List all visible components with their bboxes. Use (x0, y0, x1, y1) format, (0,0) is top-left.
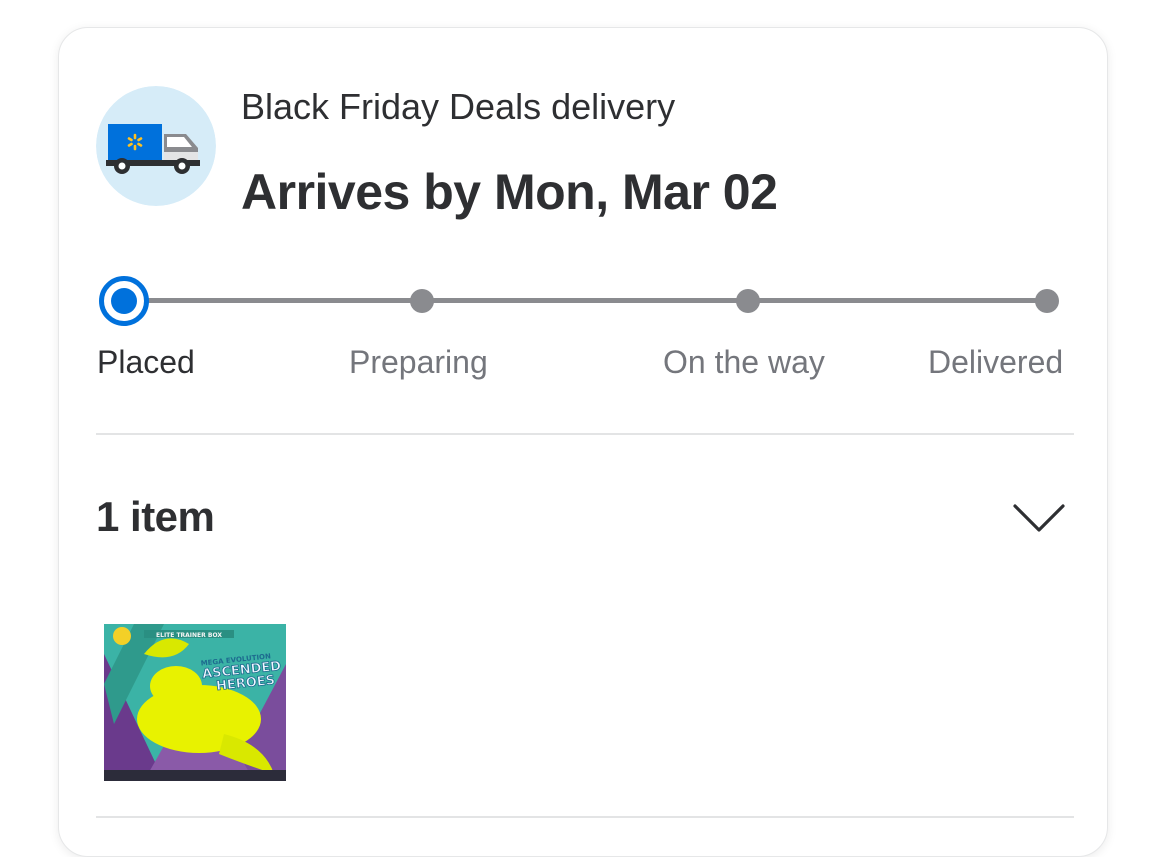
chevron-down-icon (1013, 504, 1065, 532)
progress-track-line (123, 298, 1048, 303)
section-divider (96, 433, 1074, 435)
item-count-heading: 1 item (96, 493, 215, 540)
expand-items-button[interactable] (1009, 498, 1069, 542)
bottom-divider (96, 816, 1074, 818)
step-dot-preparing (410, 289, 434, 313)
step-dot-delivered (1035, 289, 1059, 313)
product-image[interactable]: ELITE TRAINER BOX MEGA EVOLUTION ASCENDE… (104, 624, 286, 781)
order-card: Black Friday Deals delivery Arrives by M… (58, 27, 1108, 857)
product-box-title: ELITE TRAINER BOX (156, 632, 222, 639)
step-dot-placed (99, 276, 149, 326)
order-progress-tracker: Placed Preparing On the way Delivered (59, 28, 1109, 428)
step-label-placed: Placed (97, 344, 195, 380)
step-label-on-the-way: On the way (663, 344, 825, 380)
step-label-preparing: Preparing (349, 344, 488, 380)
step-label-delivered: Delivered (928, 344, 1064, 380)
step-dot-on-the-way (736, 289, 760, 313)
